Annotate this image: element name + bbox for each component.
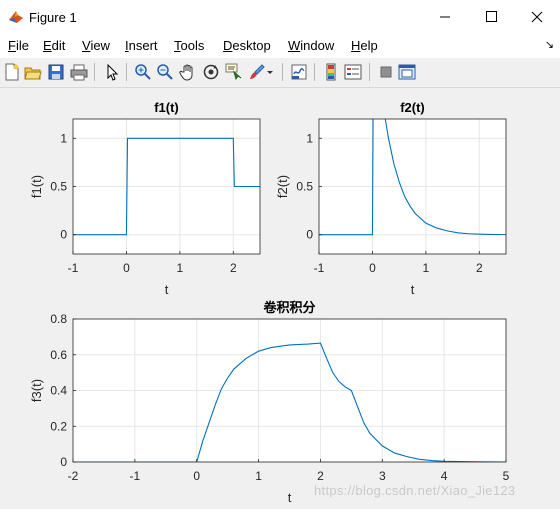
menu-bar: File Edit View Insert Tools Desktop Wind… bbox=[0, 34, 560, 58]
toolbar-separator bbox=[314, 63, 315, 81]
toolbar-separator bbox=[369, 63, 370, 81]
menu-help[interactable]: Help bbox=[351, 38, 378, 53]
maximize-icon bbox=[486, 11, 497, 22]
menu-window-mnemonic: W bbox=[288, 38, 301, 53]
menu-desktop-mnemonic: D bbox=[223, 38, 233, 53]
y-tick-label: 0.2 bbox=[50, 419, 67, 433]
x-tick-label: 0 bbox=[193, 469, 200, 483]
menu-overflow-arrow[interactable]: ↘ bbox=[545, 38, 554, 51]
minimize-button[interactable] bbox=[422, 0, 468, 34]
y-tick-label: 0.5 bbox=[296, 180, 313, 194]
matlab-logo-icon bbox=[9, 11, 23, 23]
toolbar bbox=[0, 58, 560, 88]
y-tick-label: 0.5 bbox=[50, 180, 67, 194]
toolbar-separator bbox=[126, 63, 127, 81]
menu-tools-label: ools bbox=[180, 38, 205, 53]
y-tick-label: 0.6 bbox=[50, 348, 67, 362]
pointer-icon[interactable] bbox=[103, 63, 121, 81]
maximize-button[interactable] bbox=[468, 0, 514, 34]
legend-icon[interactable] bbox=[344, 63, 362, 81]
x-axis-label: t bbox=[165, 282, 169, 297]
print-icon[interactable] bbox=[70, 63, 88, 81]
menu-insert[interactable]: Insert bbox=[125, 38, 158, 53]
menu-desktop-label: esktop bbox=[232, 38, 271, 53]
x-tick-label: -1 bbox=[130, 469, 141, 483]
x-axis-label: t bbox=[288, 490, 292, 505]
y-tick-label: 0.8 bbox=[50, 312, 67, 326]
x-tick-label: -1 bbox=[314, 261, 325, 275]
y-tick-label: 0 bbox=[60, 455, 67, 469]
pan-hand-icon[interactable] bbox=[179, 63, 197, 81]
minimize-icon bbox=[440, 16, 450, 18]
x-axis-label: t bbox=[411, 282, 415, 297]
x-tick-label: -1 bbox=[68, 261, 79, 275]
menu-file-mnemonic: F bbox=[8, 38, 16, 53]
menu-file[interactable]: File bbox=[8, 38, 29, 53]
menu-help-label: elp bbox=[360, 38, 378, 53]
menu-edit[interactable]: Edit bbox=[43, 38, 65, 53]
x-tick-label: -2 bbox=[68, 469, 79, 483]
menu-view-label: iew bbox=[90, 38, 110, 53]
x-tick-label: 3 bbox=[379, 469, 386, 483]
save-icon[interactable] bbox=[47, 63, 65, 81]
menu-insert-label: nsert bbox=[128, 38, 158, 53]
show-plot-tools-icon[interactable] bbox=[398, 63, 416, 81]
x-tick-label: 4 bbox=[441, 469, 448, 483]
y-tick-label: 0.4 bbox=[50, 384, 67, 398]
watermark-text: https://blog.csdn.net/Xiao_Jie123 bbox=[314, 483, 516, 498]
x-tick-label: 0 bbox=[369, 261, 376, 275]
x-tick-label: 2 bbox=[476, 261, 483, 275]
menu-edit-label: dit bbox=[51, 38, 66, 53]
window-title: Figure 1 bbox=[29, 10, 77, 25]
brush-icon[interactable] bbox=[248, 63, 266, 81]
open-file-icon[interactable] bbox=[24, 63, 42, 81]
y-tick-label: 0 bbox=[60, 228, 67, 242]
y-axis-label: f1(t) bbox=[29, 175, 44, 198]
toolbar-separator bbox=[282, 63, 283, 81]
menu-edit-mnemonic: E bbox=[43, 38, 52, 53]
x-tick-label: 2 bbox=[230, 261, 237, 275]
link-plot-icon[interactable] bbox=[290, 63, 308, 81]
y-axis-label: f3(t) bbox=[29, 379, 44, 402]
title-bar: Figure 1 bbox=[0, 0, 560, 34]
menu-tools[interactable]: Tools bbox=[174, 38, 204, 53]
y-tick-label: 1 bbox=[306, 131, 313, 145]
menu-window-label: indow bbox=[300, 38, 335, 53]
close-icon bbox=[531, 11, 543, 23]
axes-title: 卷积积分 bbox=[263, 300, 315, 315]
x-tick-label: 5 bbox=[503, 469, 510, 483]
data-cursor-icon[interactable] bbox=[225, 63, 243, 81]
menu-file-label: ile bbox=[15, 38, 29, 53]
y-tick-label: 1 bbox=[60, 131, 67, 145]
menu-window[interactable]: Window bbox=[288, 38, 334, 53]
new-figure-icon[interactable] bbox=[3, 63, 21, 81]
hide-plot-tools-icon[interactable] bbox=[377, 63, 395, 81]
axes-title: f2(t) bbox=[400, 100, 425, 115]
brush-dropdown-icon[interactable] bbox=[265, 63, 275, 81]
menu-view[interactable]: View bbox=[82, 38, 110, 53]
toolbar-separator bbox=[94, 63, 95, 81]
colorbar-icon[interactable] bbox=[322, 63, 340, 81]
zoom-out-icon[interactable] bbox=[156, 63, 174, 81]
x-tick-label: 0 bbox=[123, 261, 130, 275]
zoom-in-icon[interactable] bbox=[134, 63, 152, 81]
rotate-3d-icon[interactable] bbox=[202, 63, 220, 81]
menu-help-mnemonic: H bbox=[351, 38, 361, 53]
y-axis-label: f2(t) bbox=[275, 175, 290, 198]
y-tick-label: 0 bbox=[306, 228, 313, 242]
x-tick-label: 2 bbox=[317, 469, 324, 483]
figure-canvas: -1 0 1 2 0 0.5 1 f1(t) t f1(t) -1 0 1 2 0 0.5 1 f2(t) t f2(… bbox=[0, 88, 560, 509]
axes-title: f1(t) bbox=[154, 100, 179, 115]
menu-desktop[interactable]: Desktop bbox=[223, 38, 271, 53]
x-tick-label: 1 bbox=[177, 261, 184, 275]
close-button[interactable] bbox=[514, 0, 560, 34]
x-tick-label: 1 bbox=[255, 469, 262, 483]
x-tick-label: 1 bbox=[423, 261, 430, 275]
